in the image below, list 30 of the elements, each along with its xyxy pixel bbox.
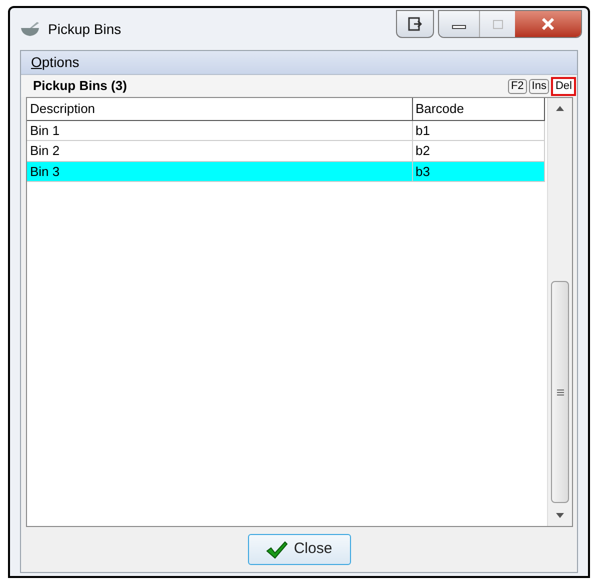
panel-title: Pickup Bins (3) xyxy=(33,77,128,96)
checkmark-icon xyxy=(266,540,288,558)
shortcut-key[interactable]: F2 xyxy=(508,78,527,94)
table-row[interactable]: Bin 2 b2 xyxy=(27,140,544,161)
shortcut-key[interactable]: Ins xyxy=(528,78,550,94)
table-cell: b2 xyxy=(412,140,544,161)
menu-item[interactable]: Options xyxy=(31,52,80,73)
column-header[interactable]: Description xyxy=(27,98,412,120)
table-cell: b3 xyxy=(412,161,544,182)
table-cell: Bin 2 xyxy=(27,140,412,161)
shortcut-key[interactable]: Del xyxy=(551,76,576,96)
restore-icon xyxy=(408,17,422,31)
restore-button[interactable] xyxy=(396,10,434,38)
column-header[interactable]: Barcode xyxy=(412,98,544,120)
close-button[interactable]: Close xyxy=(248,534,350,565)
bowl-icon xyxy=(20,21,40,37)
table-cell: Bin 3 xyxy=(27,161,412,182)
window-title: Pickup Bins xyxy=(48,20,122,39)
scroll-thumb[interactable] xyxy=(551,281,569,503)
minimize-button[interactable] xyxy=(439,11,479,37)
scroll-down-icon[interactable] xyxy=(556,513,564,518)
minimize-icon xyxy=(452,25,466,29)
close-icon xyxy=(541,18,555,30)
table-row[interactable]: Bin 3 b3 xyxy=(27,161,544,182)
maximize-icon xyxy=(492,20,502,28)
table-row[interactable]: Bin 1 b1 xyxy=(27,120,544,140)
close-window-button[interactable] xyxy=(515,11,581,37)
scrollbar[interactable] xyxy=(547,98,572,526)
scroll-up-icon[interactable] xyxy=(556,106,564,111)
grip-icon xyxy=(556,388,564,396)
